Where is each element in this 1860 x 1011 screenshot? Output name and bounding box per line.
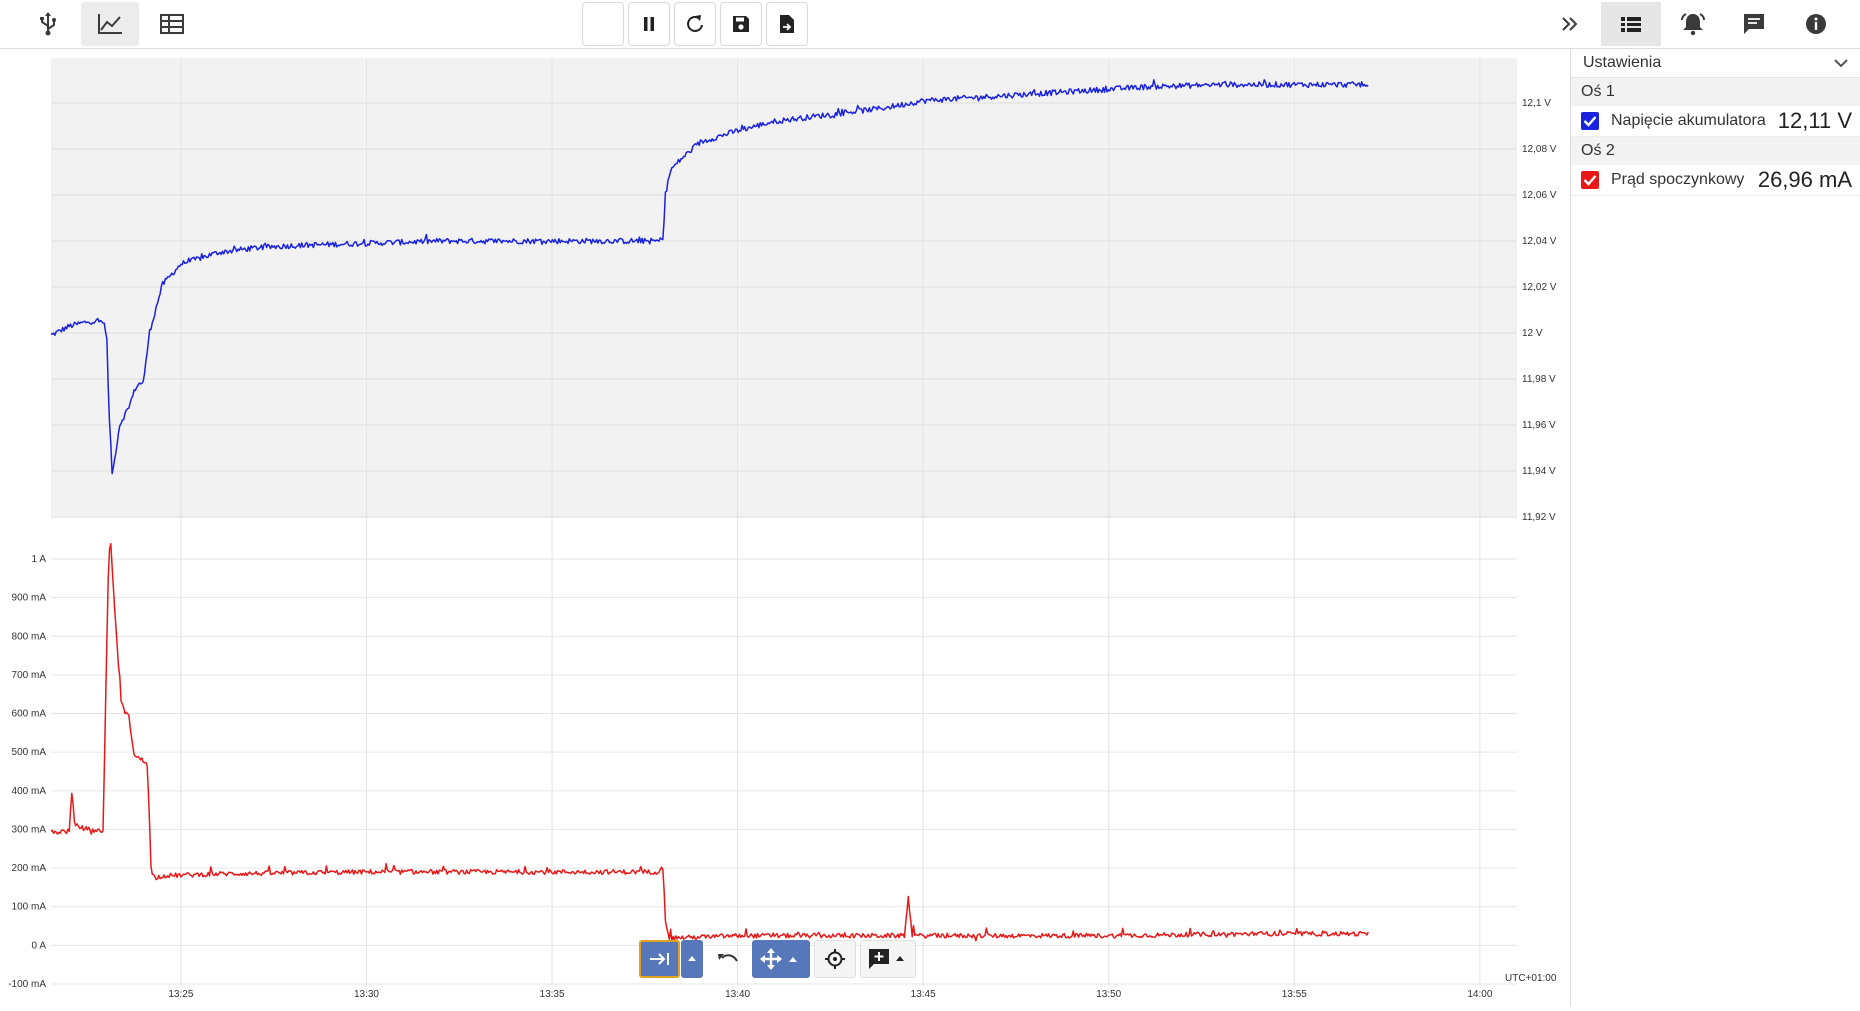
timezone-label: UTC+01:00 <box>1505 973 1557 984</box>
voltage-tick-label: 12,02 V <box>1522 282 1557 293</box>
save-button[interactable] <box>720 2 762 46</box>
undo-button[interactable] <box>707 940 749 978</box>
move-icon <box>760 948 797 970</box>
comment-icon <box>1744 14 1764 34</box>
checkmark-icon <box>1583 116 1597 127</box>
add-comment-button[interactable] <box>860 940 916 978</box>
series-checkbox-current[interactable] <box>1581 171 1599 189</box>
comments-button[interactable] <box>1724 2 1784 46</box>
crosshair-icon <box>825 949 845 969</box>
voltage-tick-label: 12,06 V <box>1522 190 1557 201</box>
voltage-tick-label: 12 V <box>1522 328 1543 339</box>
voltage-tick-label: 11,96 V <box>1522 420 1556 431</box>
double-chevron-right-icon <box>1562 17 1578 31</box>
pause-button[interactable] <box>628 2 670 46</box>
x-tick-label: 13:25 <box>168 989 193 1000</box>
voltage-tick-label: 11,94 V <box>1522 466 1556 477</box>
current-tick-label: 500 mA <box>12 747 47 758</box>
usb-button[interactable] <box>19 2 77 46</box>
scroll-to-end-button[interactable] <box>639 940 680 978</box>
voltage-tick-label: 12,08 V <box>1522 144 1557 155</box>
chart-area: 13:25 13:30 13:35 13:40 13:45 13:50 13:55 14:00… <box>0 49 1570 1006</box>
current-tick-label: 0 A <box>32 940 47 951</box>
caret-up-icon <box>688 956 696 961</box>
settings-title: Ustawienia <box>1583 54 1662 71</box>
refresh-button[interactable] <box>674 2 716 46</box>
list-icon <box>1621 17 1641 32</box>
chart-canvas[interactable]: 13:25 13:30 13:35 13:40 13:45 13:50 13:55 14:00… <box>0 49 1570 1006</box>
x-tick-label: 13:35 <box>540 989 565 1000</box>
current-tick-label: 200 mA <box>12 863 47 874</box>
series-label-current: Prąd spoczynkowy <box>1611 171 1745 188</box>
chevron-down-icon[interactable] <box>1834 58 1848 68</box>
series-value-voltage: 12,11 V <box>1777 108 1852 133</box>
add-comment-icon <box>869 949 904 969</box>
scroll-to-end-icon <box>649 953 669 965</box>
axis-group-label: Oś 2 <box>1581 142 1615 159</box>
scroll-options-button[interactable] <box>681 940 703 978</box>
x-tick-label: 13:50 <box>1096 989 1121 1000</box>
alarm-button[interactable] <box>1663 2 1723 46</box>
current-tick-label: 1 A <box>32 554 47 565</box>
undo-icon <box>718 954 738 962</box>
voltage-tick-label: 11,98 V <box>1522 374 1556 385</box>
x-tick-label: 13:40 <box>725 989 750 1000</box>
series-checkbox-voltage[interactable] <box>1581 112 1599 130</box>
series-value-current: 26,96 mA <box>1757 167 1852 192</box>
settings-header[interactable]: Ustawienia <box>1571 49 1860 78</box>
series-label-voltage: Napięcie akumulatora <box>1611 112 1766 129</box>
chart-view-button[interactable] <box>81 2 139 46</box>
current-tick-label: 600 mA <box>12 709 47 720</box>
pan-mode-button[interactable] <box>752 940 810 978</box>
series-row-current[interactable]: Prąd spoczynkowy 26,96 mA <box>1571 165 1860 196</box>
current-series-line <box>50 542 1369 943</box>
info-icon <box>1806 14 1826 34</box>
x-tick-label: 13:55 <box>1282 989 1307 1000</box>
refresh-icon <box>687 15 703 32</box>
voltage-tick-label: 11,92 V <box>1522 512 1556 523</box>
crosshair-button[interactable] <box>814 940 856 978</box>
top-toolbar <box>0 0 1860 49</box>
line-chart-icon <box>98 14 122 34</box>
x-tick-label: 13:45 <box>911 989 936 1000</box>
collapse-panel-button[interactable] <box>1540 2 1600 46</box>
voltage-tick-label: 12,04 V <box>1522 236 1557 247</box>
usb-icon <box>40 12 56 36</box>
x-tick-label: 14:00 <box>1467 989 1492 1000</box>
save-icon <box>733 16 749 32</box>
voltage-tick-label: 12,1 V <box>1522 98 1551 109</box>
table-view-button[interactable] <box>143 2 201 46</box>
info-button[interactable] <box>1786 2 1846 46</box>
export-button[interactable] <box>766 2 808 46</box>
alarm-icon <box>1681 13 1705 36</box>
current-tick-label: 100 mA <box>12 902 47 913</box>
checkmark-icon <box>1583 175 1597 186</box>
current-tick-label: 400 mA <box>12 786 47 797</box>
current-tick-label: 900 mA <box>12 593 47 604</box>
series-row-voltage[interactable]: Napięcie akumulatora 12,11 V <box>1571 106 1860 137</box>
axis-group-label: Oś 1 <box>1581 83 1615 100</box>
x-tick-label: 13:30 <box>354 989 379 1000</box>
current-tick-label: 800 mA <box>12 631 47 642</box>
empty-button[interactable] <box>582 2 624 46</box>
axis-group-1: Oś 1 <box>1571 78 1860 106</box>
pause-icon <box>644 17 654 31</box>
current-tick-label: 700 mA <box>12 670 47 681</box>
axis-group-2: Oś 2 <box>1571 137 1860 165</box>
export-file-icon <box>780 15 794 33</box>
settings-list-button[interactable] <box>1601 2 1661 46</box>
current-tick-label: 300 mA <box>12 824 47 835</box>
table-icon <box>160 14 184 34</box>
current-tick-label: -100 mA <box>8 979 46 990</box>
settings-panel: Ustawienia Oś 1 Napięcie akumulatora 12,… <box>1570 49 1860 1006</box>
